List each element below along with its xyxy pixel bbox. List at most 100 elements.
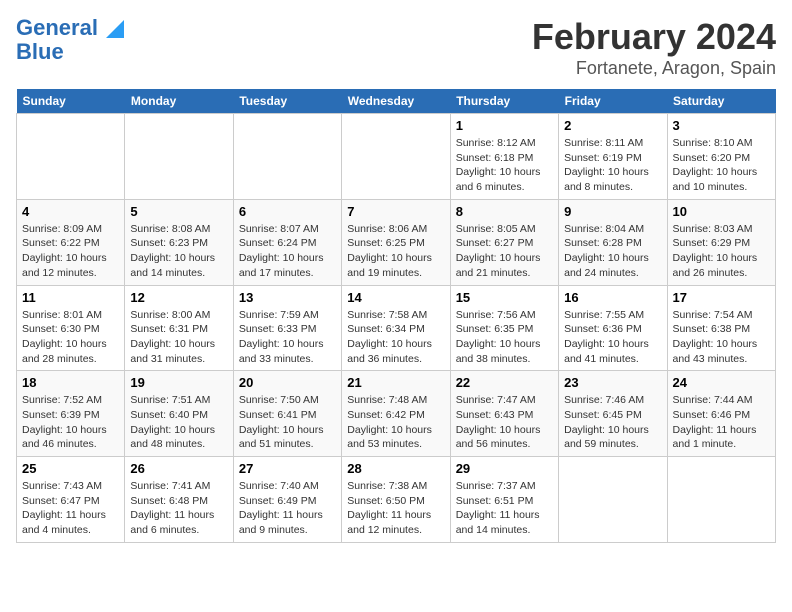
calendar-weekday-monday: Monday (125, 89, 233, 114)
day-info: Sunrise: 8:12 AM Sunset: 6:18 PM Dayligh… (456, 136, 553, 195)
day-info: Sunrise: 7:58 AM Sunset: 6:34 PM Dayligh… (347, 308, 444, 367)
calendar-weekday-wednesday: Wednesday (342, 89, 450, 114)
day-number: 16 (564, 290, 661, 305)
calendar-table: SundayMondayTuesdayWednesdayThursdayFrid… (16, 89, 776, 543)
calendar-cell: 7 Sunrise: 8:06 AM Sunset: 6:25 PM Daylig… (342, 199, 450, 285)
calendar-cell: 21 Sunrise: 7:48 AM Sunset: 6:42 PM Dayli… (342, 371, 450, 457)
day-info: Sunrise: 8:06 AM Sunset: 6:25 PM Dayligh… (347, 222, 444, 281)
calendar-cell: 2 Sunrise: 8:11 AM Sunset: 6:19 PM Daylig… (559, 114, 667, 200)
day-info: Sunrise: 8:10 AM Sunset: 6:20 PM Dayligh… (673, 136, 770, 195)
day-info: Sunrise: 8:05 AM Sunset: 6:27 PM Dayligh… (456, 222, 553, 281)
day-number: 7 (347, 204, 444, 219)
day-info: Sunrise: 8:04 AM Sunset: 6:28 PM Dayligh… (564, 222, 661, 281)
calendar-week-row: 18 Sunrise: 7:52 AM Sunset: 6:39 PM Dayli… (17, 371, 776, 457)
day-number: 21 (347, 375, 444, 390)
calendar-cell: 16 Sunrise: 7:55 AM Sunset: 6:36 PM Dayli… (559, 285, 667, 371)
logo-text: General Blue (16, 16, 124, 64)
day-info: Sunrise: 7:55 AM Sunset: 6:36 PM Dayligh… (564, 308, 661, 367)
day-number: 25 (22, 461, 119, 476)
calendar-cell: 24 Sunrise: 7:44 AM Sunset: 6:46 PM Dayli… (667, 371, 775, 457)
day-info: Sunrise: 7:51 AM Sunset: 6:40 PM Dayligh… (130, 393, 227, 452)
calendar-cell: 9 Sunrise: 8:04 AM Sunset: 6:28 PM Daylig… (559, 199, 667, 285)
calendar-week-row: 11Sunrise: 8:01 AM Sunset: 6:30 PM Dayli… (17, 285, 776, 371)
calendar-cell: 18 Sunrise: 7:52 AM Sunset: 6:39 PM Dayli… (17, 371, 125, 457)
calendar-week-row: 1 Sunrise: 8:12 AM Sunset: 6:18 PM Daylig… (17, 114, 776, 200)
day-info: Sunrise: 7:50 AM Sunset: 6:41 PM Dayligh… (239, 393, 336, 452)
day-number: 15 (456, 290, 553, 305)
calendar-cell: 20 Sunrise: 7:50 AM Sunset: 6:41 PM Dayli… (233, 371, 341, 457)
calendar-cell: 19 Sunrise: 7:51 AM Sunset: 6:40 PM Dayli… (125, 371, 233, 457)
day-number: 22 (456, 375, 553, 390)
day-info: Sunrise: 7:44 AM Sunset: 6:46 PM Dayligh… (673, 393, 770, 452)
day-number: 28 (347, 461, 444, 476)
day-number: 2 (564, 118, 661, 133)
day-info: Sunrise: 7:47 AM Sunset: 6:43 PM Dayligh… (456, 393, 553, 452)
day-info: Sunrise: 7:37 AM Sunset: 6:51 PM Dayligh… (456, 479, 553, 538)
calendar-cell (17, 114, 125, 200)
day-number: 19 (130, 375, 227, 390)
calendar-cell: 17Sunrise: 7:54 AM Sunset: 6:38 PM Dayli… (667, 285, 775, 371)
day-info: Sunrise: 8:11 AM Sunset: 6:19 PM Dayligh… (564, 136, 661, 195)
day-number: 4 (22, 204, 119, 219)
calendar-weekday-thursday: Thursday (450, 89, 558, 114)
page-title: February 2024 (532, 16, 776, 58)
day-number: 9 (564, 204, 661, 219)
day-info: Sunrise: 7:41 AM Sunset: 6:48 PM Dayligh… (130, 479, 227, 538)
calendar-cell: 10 Sunrise: 8:03 AM Sunset: 6:29 PM Dayli… (667, 199, 775, 285)
day-info: Sunrise: 7:56 AM Sunset: 6:35 PM Dayligh… (456, 308, 553, 367)
logo-line1: General (16, 15, 98, 40)
calendar-cell: 1 Sunrise: 8:12 AM Sunset: 6:18 PM Daylig… (450, 114, 558, 200)
day-info: Sunrise: 7:38 AM Sunset: 6:50 PM Dayligh… (347, 479, 444, 538)
day-number: 14 (347, 290, 444, 305)
calendar-cell: 26 Sunrise: 7:41 AM Sunset: 6:48 PM Dayli… (125, 457, 233, 543)
calendar-weekday-friday: Friday (559, 89, 667, 114)
day-number: 24 (673, 375, 770, 390)
calendar-cell: 29 Sunrise: 7:37 AM Sunset: 6:51 PM Dayli… (450, 457, 558, 543)
calendar-cell: 3 Sunrise: 8:10 AM Sunset: 6:20 PM Daylig… (667, 114, 775, 200)
calendar-cell: 23Sunrise: 7:46 AM Sunset: 6:45 PM Dayli… (559, 371, 667, 457)
calendar-cell: 11Sunrise: 8:01 AM Sunset: 6:30 PM Dayli… (17, 285, 125, 371)
day-number: 6 (239, 204, 336, 219)
calendar-cell: 12Sunrise: 8:00 AM Sunset: 6:31 PM Dayli… (125, 285, 233, 371)
day-number: 3 (673, 118, 770, 133)
calendar-week-row: 25 Sunrise: 7:43 AM Sunset: 6:47 PM Dayli… (17, 457, 776, 543)
day-number: 17 (673, 290, 770, 305)
calendar-cell: 6 Sunrise: 8:07 AM Sunset: 6:24 PM Daylig… (233, 199, 341, 285)
day-info: Sunrise: 7:59 AM Sunset: 6:33 PM Dayligh… (239, 308, 336, 367)
calendar-cell: 27Sunrise: 7:40 AM Sunset: 6:49 PM Dayli… (233, 457, 341, 543)
day-info: Sunrise: 7:46 AM Sunset: 6:45 PM Dayligh… (564, 393, 661, 452)
calendar-cell: 22 Sunrise: 7:47 AM Sunset: 6:43 PM Dayli… (450, 371, 558, 457)
day-info: Sunrise: 8:07 AM Sunset: 6:24 PM Dayligh… (239, 222, 336, 281)
calendar-cell: 25 Sunrise: 7:43 AM Sunset: 6:47 PM Dayli… (17, 457, 125, 543)
day-number: 10 (673, 204, 770, 219)
day-number: 8 (456, 204, 553, 219)
calendar-cell (667, 457, 775, 543)
calendar-week-row: 4 Sunrise: 8:09 AM Sunset: 6:22 PM Daylig… (17, 199, 776, 285)
day-info: Sunrise: 7:48 AM Sunset: 6:42 PM Dayligh… (347, 393, 444, 452)
page-subtitle: Fortanete, Aragon, Spain (532, 58, 776, 79)
day-info: Sunrise: 8:00 AM Sunset: 6:31 PM Dayligh… (130, 308, 227, 367)
day-number: 29 (456, 461, 553, 476)
logo-line2: Blue (16, 40, 124, 64)
calendar-cell: 8 Sunrise: 8:05 AM Sunset: 6:27 PM Daylig… (450, 199, 558, 285)
day-number: 18 (22, 375, 119, 390)
calendar-cell: 15 Sunrise: 7:56 AM Sunset: 6:35 PM Dayli… (450, 285, 558, 371)
calendar-cell: 14 Sunrise: 7:58 AM Sunset: 6:34 PM Dayli… (342, 285, 450, 371)
day-info: Sunrise: 8:03 AM Sunset: 6:29 PM Dayligh… (673, 222, 770, 281)
calendar-cell: 28 Sunrise: 7:38 AM Sunset: 6:50 PM Dayli… (342, 457, 450, 543)
day-info: Sunrise: 7:52 AM Sunset: 6:39 PM Dayligh… (22, 393, 119, 452)
calendar-header-row: SundayMondayTuesdayWednesdayThursdayFrid… (17, 89, 776, 114)
day-info: Sunrise: 8:09 AM Sunset: 6:22 PM Dayligh… (22, 222, 119, 281)
title-block: February 2024 Fortanete, Aragon, Spain (532, 16, 776, 79)
day-number: 13 (239, 290, 336, 305)
day-info: Sunrise: 8:01 AM Sunset: 6:30 PM Dayligh… (22, 308, 119, 367)
day-number: 20 (239, 375, 336, 390)
page-header: General Blue February 2024 Fortanete, Ar… (16, 16, 776, 79)
calendar-cell (233, 114, 341, 200)
day-number: 1 (456, 118, 553, 133)
calendar-weekday-tuesday: Tuesday (233, 89, 341, 114)
day-number: 27 (239, 461, 336, 476)
day-info: Sunrise: 7:43 AM Sunset: 6:47 PM Dayligh… (22, 479, 119, 538)
calendar-weekday-saturday: Saturday (667, 89, 775, 114)
day-number: 26 (130, 461, 227, 476)
